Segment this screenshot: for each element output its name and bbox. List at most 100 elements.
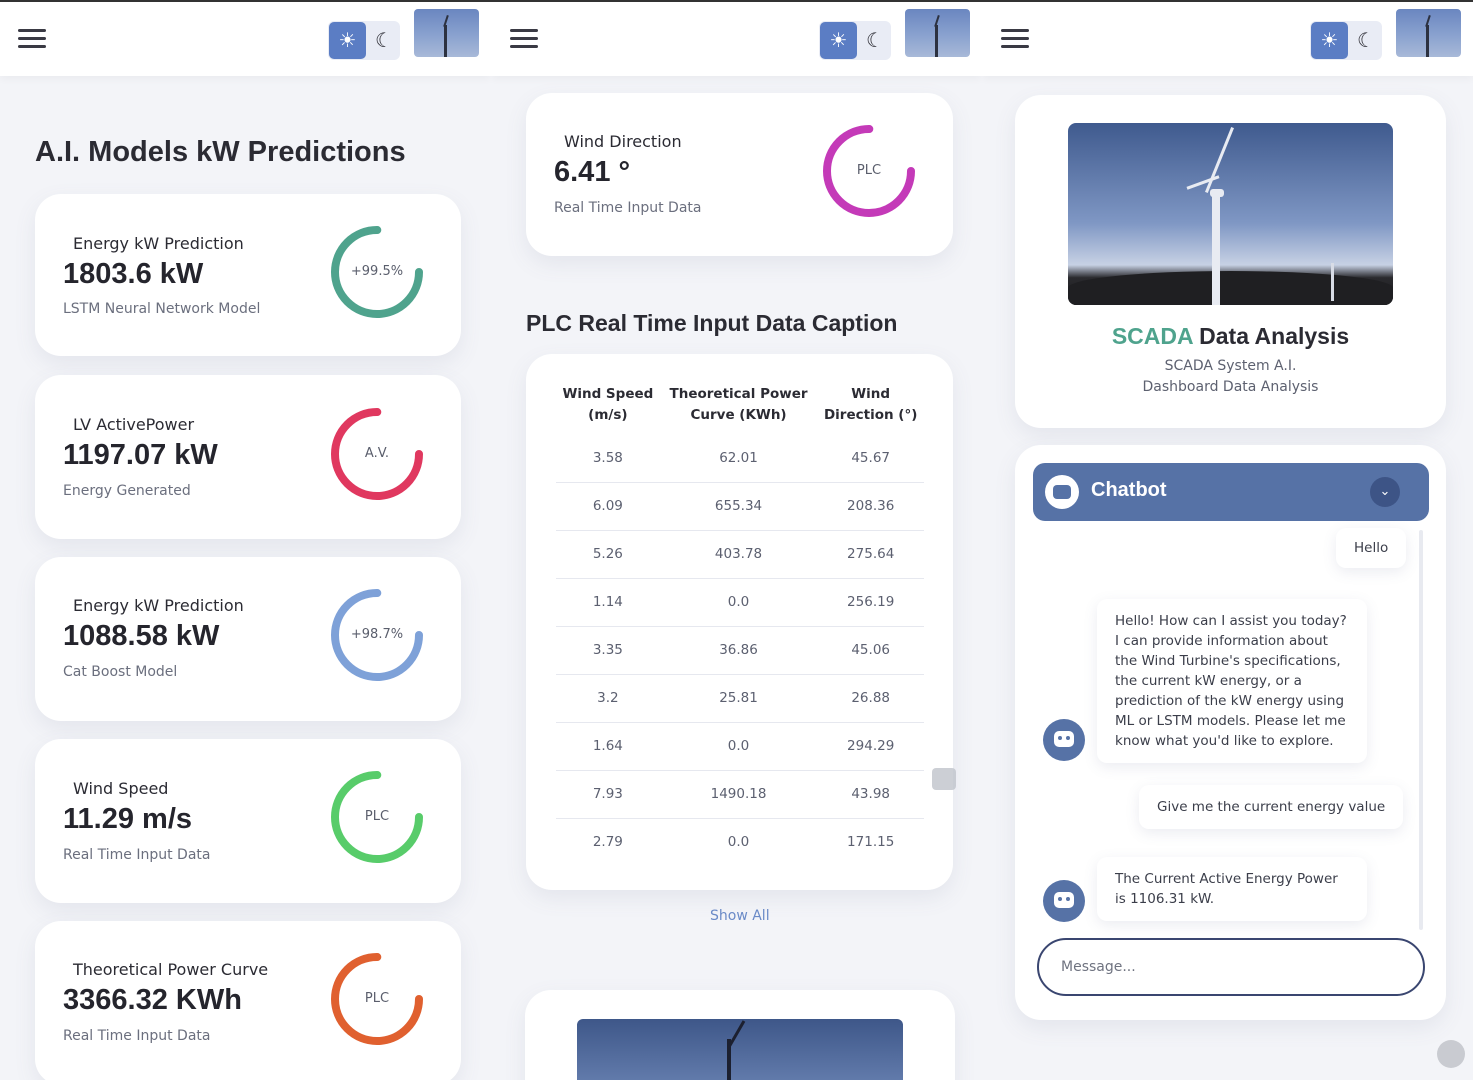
table-cell: 7.93 [556,770,660,819]
table-cell: 62.01 [659,434,818,483]
theme-toggle[interactable]: ☀ ☾ [819,21,891,60]
progress-ring: PLC [328,768,426,866]
table-row: 6.09 655.34 208.36 [556,482,924,531]
table-cell: 655.34 [659,482,818,531]
table-row: 1.64 0.0 294.29 [556,722,924,771]
power-curve-card: Theoretical Power Curve 3366.32 KWh Real… [35,921,461,1080]
user-message: Hello [1336,528,1407,568]
card-subtitle: LSTM Neural Network Model [63,301,261,317]
card-value: 6.41 ° [554,156,631,188]
theme-toggle[interactable]: ☀ ☾ [328,21,400,60]
table-cell: 2.79 [592,834,623,851]
hamburger-menu-icon[interactable] [18,29,46,51]
prediction-card-catboost: Energy kW Prediction 1088.58 kW Cat Boos… [35,557,461,721]
table-row: 2.79 0.0 171.15 [556,818,924,866]
bot-avatar-icon [1043,719,1085,761]
active-power-card: LV ActivePower 1197.07 kW Energy Generat… [35,375,461,539]
chat-scrollbar[interactable] [1419,530,1423,930]
ring-label: PLC [364,809,390,824]
table-cell: 45.06 [817,626,924,675]
column-header: Theoretical Power Curve (KWh) [660,384,818,434]
ring-label: +99.5% [350,264,404,279]
header-line: Curve (KWh) [690,407,787,423]
table-cell: 275.64 [817,530,924,579]
table-cell: 0.0 [659,578,818,627]
scada-card: SCADA Data Analysis SCADA System A.I. Da… [1015,95,1446,428]
chat-bubble-icon[interactable] [932,768,956,790]
turbine-image-card [525,990,955,1080]
table-cell: 3.2 [556,674,660,723]
header-line: (m/s) [588,407,628,423]
column-header: Wind Direction (°) [817,384,924,434]
sun-icon[interactable]: ☀ [329,22,366,59]
table-cell: 45.67 [817,434,924,483]
table-cell: 26.88 [817,674,924,723]
progress-ring: +99.5% [328,223,426,321]
table-cell: 5.26 [556,530,660,579]
progress-ring: A.V. [328,405,426,503]
wind-turbine-photo [1068,123,1393,305]
chatbot-logo-icon [1045,475,1079,509]
header-line: Direction (°) [823,407,918,423]
column-header: Wind Speed (m/s) [556,384,660,434]
chevron-down-icon[interactable]: ⌄ [1370,477,1400,507]
plc-data-table: Wind Speed (m/s) Theoretical Power Curve (… [556,384,924,866]
moon-icon[interactable]: ☾ [1352,22,1380,59]
moon-icon[interactable]: ☾ [370,22,398,59]
wind-turbine-thumbnail[interactable] [414,9,479,57]
top-bar: ☀ ☾ [982,0,1473,76]
table-cell: 3.35 [556,626,660,675]
table-cell: 0.0 [659,722,818,771]
plc-table-card: Wind Speed (m/s) Theoretical Power Curve (… [526,354,953,890]
chatbot-header[interactable]: Chatbot ⌄ [1033,463,1429,521]
table-row: 3.58 62.01 45.67 [556,434,924,483]
card-subtitle: Energy Generated [63,483,191,499]
table-title: PLC Real Time Input Data Caption [526,310,898,336]
table-row: 1.14 0.0 256.19 [556,578,924,627]
wind-direction-card: Wind Direction 6.41 ° Real Time Input Da… [526,93,953,256]
card-label: Energy kW Prediction [73,234,244,253]
card-value: 11.29 m/s [63,803,192,835]
table-row: 5.26 403.78 275.64 [556,530,924,579]
page-title: A.I. Models kW Predictions [35,136,406,168]
card-value: 1803.6 kW [63,258,204,290]
card-subtitle: Real Time Input Data [63,847,211,863]
card-label: LV ActivePower [73,415,195,434]
hamburger-menu-icon[interactable] [1001,29,1029,51]
table-cell: 171.15 [847,834,895,851]
sun-icon[interactable]: ☀ [820,22,857,59]
card-label: Wind Direction [564,132,682,151]
table-row: 3.2 25.81 26.88 [556,674,924,723]
bot-avatar-icon [1043,880,1085,922]
wind-turbine-thumbnail[interactable] [905,9,970,57]
plc-data-panel: ☀ ☾ Wind Direction 6.41 ° Real Time Inpu… [491,0,982,1080]
progress-ring: PLC [328,950,426,1048]
hamburger-menu-icon[interactable] [510,29,538,51]
wind-turbine-image [577,1019,903,1080]
table-cell: 43.98 [817,770,924,819]
progress-ring: +98.7% [328,586,426,684]
ring-label: A.V. [364,446,390,461]
card-value: 3366.32 KWh [63,984,242,1016]
message-input[interactable]: Message... [1037,938,1425,996]
table-row: 3.35 36.86 45.06 [556,626,924,675]
card-label: Theoretical Power Curve [73,960,269,979]
table-cell: 256.19 [817,578,924,627]
bot-message: The Current Active Energy Power is 1106.… [1097,857,1367,921]
top-bar: ☀ ☾ [491,0,982,76]
scada-title: SCADA Data Analysis [1015,323,1446,350]
table-cell: 1.64 [556,722,660,771]
scada-title-accent: SCADA [1111,323,1193,349]
moon-icon[interactable]: ☾ [861,22,889,59]
header-line: Wind [851,386,891,402]
card-value: 1197.07 kW [63,439,218,471]
table-header-row: Wind Speed (m/s) Theoretical Power Curve (… [556,384,924,434]
table-cell: 3.58 [556,434,660,483]
top-bar: ☀ ☾ [0,0,491,76]
wind-turbine-thumbnail[interactable] [1396,9,1461,57]
card-value: 1088.58 kW [63,620,220,652]
theme-toggle[interactable]: ☀ ☾ [1310,21,1382,60]
sun-icon[interactable]: ☀ [1311,22,1348,59]
predictions-panel: ☀ ☾ A.I. Models kW Predictions Energy kW… [0,0,491,1080]
show-all-link[interactable]: Show All [710,908,770,924]
